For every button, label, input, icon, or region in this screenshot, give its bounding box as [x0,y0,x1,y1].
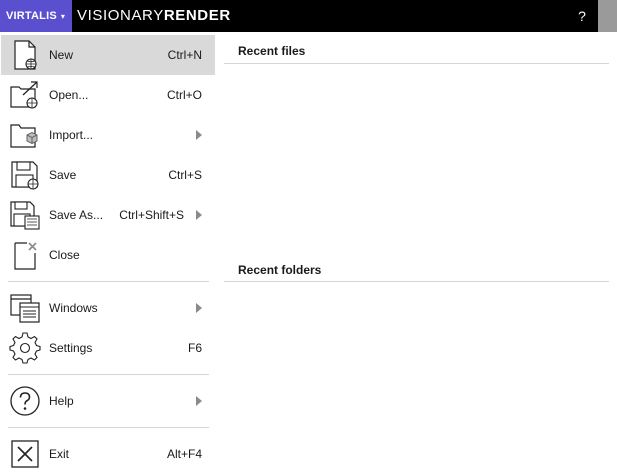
virtalis-menu-button[interactable]: VIRTALIS ▾ [0,0,72,32]
menu-item-new[interactable]: New Ctrl+N [1,35,215,75]
menu-item-save-as[interactable]: Save As... Ctrl+Shift+S [1,195,215,235]
save-as-icon [9,199,41,231]
recent-folders-divider [224,281,609,282]
scrollbar[interactable] [598,0,617,32]
menu-item-settings[interactable]: Settings F6 [1,328,215,368]
title-bar: VIRTALIS ▾ VISIONARYRENDER ? [0,0,598,32]
menu-item-close[interactable]: Close [1,235,215,275]
menu-item-shortcut: Alt+F4 [166,447,202,461]
menu-item-label: Import... [49,128,94,142]
menu-separator [8,281,209,282]
app-title-bold: RENDER [163,7,231,24]
menu-item-label: Save As... [49,208,104,222]
submenu-arrow-icon [196,396,202,406]
menu-item-windows[interactable]: Windows [1,288,215,328]
save-icon [9,159,41,191]
menu-item-shortcut: Ctrl+N [167,48,202,62]
menu-item-open[interactable]: Open... Ctrl+O [1,75,215,115]
menu-item-label: Close [49,248,80,262]
recent-files-heading: Recent files [238,44,306,58]
menu-item-import[interactable]: Import... [1,115,215,155]
menu-item-shortcut: Ctrl+S [168,168,202,182]
menu-item-shortcut: Ctrl+O [166,88,202,102]
menu-item-label: Exit [49,447,70,461]
submenu-arrow-icon [196,130,202,140]
app-title: VISIONARYRENDER [77,0,231,32]
exit-icon [9,438,41,470]
open-folder-icon [9,79,41,111]
menu-item-label: Windows [49,301,98,315]
menu-separator [8,374,209,375]
menu-item-save[interactable]: Save Ctrl+S [1,155,215,195]
submenu-arrow-icon [196,210,202,220]
menu-item-label: Save [49,168,77,182]
menu-item-label: Open... [49,88,89,102]
new-file-icon [9,39,41,71]
recent-folders-heading: Recent folders [238,263,322,277]
menu-separator [8,427,209,428]
menu-item-help[interactable]: Help [1,381,215,421]
recent-files-divider [224,63,609,64]
help-icon [9,385,41,417]
menu-item-label: Settings [49,341,93,355]
import-folder-icon [9,119,41,151]
submenu-arrow-icon [196,303,202,313]
chevron-down-icon: ▾ [60,11,66,21]
menu-item-label: Help [49,394,74,408]
close-file-icon [9,239,41,271]
gear-icon [9,332,41,364]
menu-item-exit[interactable]: Exit Alt+F4 [1,434,215,474]
menu-item-label: New [49,48,74,62]
app-title-light: VISIONARY [77,7,164,24]
windows-icon [9,292,41,324]
menu-item-shortcut: F6 [187,341,202,355]
brand-label: VIRTALIS [6,10,57,22]
menu-item-shortcut: Ctrl+Shift+S [119,208,184,222]
help-button[interactable]: ? [570,0,594,32]
